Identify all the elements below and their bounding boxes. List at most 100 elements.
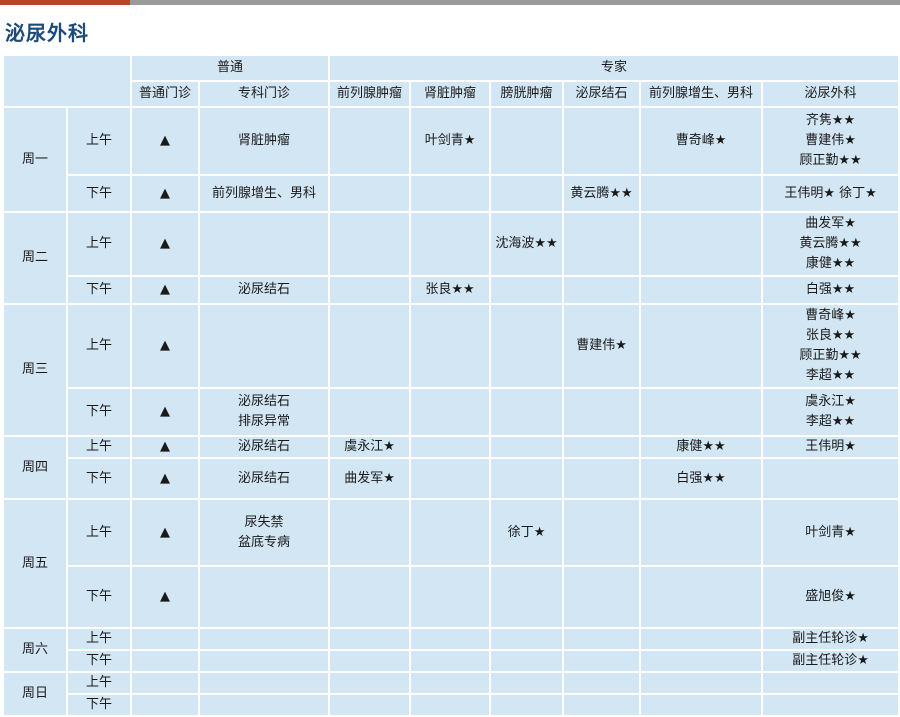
column-header-prostate-tumor: 前列腺肿瘤 <box>328 80 412 108</box>
bph-andrology-cell: 曹奇峰★ <box>639 106 764 176</box>
specialty-label: 泌尿结石 <box>238 439 291 454</box>
specialty-label: 尿失禁 <box>244 514 284 530</box>
bladder-tumor-cell <box>489 387 565 437</box>
doctor-entry: 虞永江★ <box>805 394 856 409</box>
bph-andrology-cell <box>639 627 764 651</box>
urinary-stone-cell <box>562 211 642 277</box>
kidney-tumor-cell <box>409 498 492 567</box>
schedule-row: 周一 上午 ▲ 肾脏肿瘤 叶剑青★ 曹奇峰★ 齐隽★★ 曹建伟★ 顾正勤★★ <box>2 106 900 213</box>
urology-cell: 副主任轮诊★ <box>761 627 900 651</box>
column-header-kidney-tumor: 肾脏肿瘤 <box>409 80 492 108</box>
kidney-tumor-cell <box>409 565 492 629</box>
specialty-label: 泌尿结石 <box>238 470 291 486</box>
schedule-row: 下午 ▲ 泌尿结石 曲发军★ 白强★★ <box>3 457 900 500</box>
doctor-entry: 曹建伟★ <box>576 338 627 353</box>
urology-cell: 虞永江★ 李超★★ <box>761 387 900 437</box>
general-clinic-mark: ▲ <box>130 498 200 567</box>
period-cell: 下午 <box>66 693 132 717</box>
doctor-entry: 虞永江★ <box>344 439 395 454</box>
specialty-clinic-cell: 肾脏肿瘤 <box>197 106 331 176</box>
bph-andrology-cell <box>639 498 764 567</box>
specialty-clinic-cell <box>197 565 331 629</box>
kidney-tumor-cell <box>409 693 492 717</box>
kidney-tumor-cell <box>409 303 492 389</box>
bph-andrology-cell: 康健★★ <box>639 435 764 459</box>
prostate-tumor-cell <box>328 693 412 717</box>
bladder-tumor-cell: 徐丁★ <box>489 498 565 567</box>
prostate-tumor-cell <box>328 627 412 651</box>
specialty-clinic-cell <box>197 693 331 717</box>
urinary-stone-cell <box>562 275 642 305</box>
bph-andrology-cell <box>639 275 764 305</box>
kidney-tumor-cell <box>409 649 492 673</box>
urology-cell: 叶剑青★ <box>761 498 900 567</box>
kidney-tumor-cell <box>409 174 492 213</box>
bladder-tumor-cell <box>489 435 565 459</box>
specialty-label: 泌尿结石 <box>238 282 291 297</box>
specialty-clinic-cell: 泌尿结石 <box>197 435 331 459</box>
general-clinic-mark: ▲ <box>130 275 200 305</box>
bph-andrology-cell <box>639 303 764 389</box>
prostate-tumor-cell <box>328 387 412 437</box>
doctor-entry: 顾正勤★★ <box>799 153 862 168</box>
specialty-label: 泌尿结石 <box>238 394 291 409</box>
doctor-entry: 康健★★ <box>805 256 856 271</box>
bladder-tumor-cell <box>489 671 565 695</box>
urology-cell: 王伟明★ 徐丁★ <box>761 174 900 213</box>
prostate-tumor-cell <box>328 106 412 176</box>
kidney-tumor-cell <box>409 627 492 651</box>
general-clinic-mark: ▲ <box>130 457 200 500</box>
urology-cell: 白强★★ <box>761 275 900 305</box>
urinary-stone-cell <box>562 498 642 567</box>
period-cell: 下午 <box>66 387 132 437</box>
schedule-row: 下午 副主任轮诊★ <box>3 649 900 673</box>
specialty-label: 肾脏肿瘤 <box>238 133 291 148</box>
prostate-tumor-cell <box>328 649 412 673</box>
specialty-clinic-cell: 泌尿结石 排尿异常 <box>197 387 331 437</box>
prostate-tumor-cell <box>328 671 412 695</box>
general-clinic-mark <box>130 693 200 717</box>
schedule-row: 周五 上午 ▲ 尿失禁 盆底专病 徐丁★ 叶剑青★ <box>2 498 900 629</box>
doctor-entry: 沈海波★★ <box>495 236 558 251</box>
urinary-stone-cell: 黄云腾★★ <box>562 174 642 213</box>
bph-andrology-cell <box>639 693 764 717</box>
period-cell: 上午 <box>66 671 132 695</box>
bph-andrology-cell <box>639 174 764 213</box>
header-column-row: 普通门诊 专科门诊 前列腺肿瘤 肾脏肿瘤 膀胱肿瘤 泌尿结石 前列腺增生、男科 … <box>3 80 900 108</box>
bph-andrology-cell <box>639 211 764 277</box>
schedule-row: 下午 <box>3 693 900 717</box>
bph-andrology-cell <box>639 671 764 695</box>
doctor-entry: 李超★★ <box>805 414 856 429</box>
specialty-label: 前列腺增生、男科 <box>212 185 317 201</box>
top-accent-bar <box>0 0 130 5</box>
bladder-tumor-cell <box>489 457 565 500</box>
bladder-tumor-cell <box>489 174 565 213</box>
doctor-entry: 白强★★ <box>676 470 726 486</box>
urology-cell: 盛旭俊★ <box>761 565 900 629</box>
specialty-clinic-cell <box>197 671 331 695</box>
doctor-entry: 黄云腾★★ <box>570 185 633 201</box>
specialty-clinic-cell <box>197 211 331 277</box>
kidney-tumor-cell <box>409 457 492 500</box>
specialty-clinic-cell <box>197 627 331 651</box>
clinic-schedule-table: 普通 专家 普通门诊 专科门诊 前列腺肿瘤 肾脏肿瘤 膀胱肿瘤 泌尿结石 前列腺… <box>2 54 900 717</box>
period-cell: 上午 <box>66 211 132 277</box>
schedule-body: 周一 上午 ▲ 肾脏肿瘤 叶剑青★ 曹奇峰★ 齐隽★★ 曹建伟★ 顾正勤★★ 下午 ▲ 前列腺增生、男… <box>2 106 900 717</box>
top-divider-bar <box>0 0 900 5</box>
specialty-clinic-cell: 泌尿结石 <box>197 457 331 500</box>
day-cell: 周一 <box>2 106 68 213</box>
doctor-entry: 盛旭俊★ <box>805 589 856 604</box>
urinary-stone-cell <box>562 435 642 459</box>
column-header-bladder-tumor: 膀胱肿瘤 <box>489 80 565 108</box>
period-cell: 上午 <box>66 627 132 651</box>
doctor-entry: 顾正勤★★ <box>799 348 862 363</box>
urinary-stone-cell <box>562 565 642 629</box>
urinary-stone-cell <box>562 627 642 651</box>
doctor-entry: 徐丁★ <box>507 524 546 540</box>
urinary-stone-cell <box>562 106 642 176</box>
bladder-tumor-cell <box>489 693 565 717</box>
bladder-tumor-cell <box>489 565 565 629</box>
urinary-stone-cell <box>562 457 642 500</box>
prostate-tumor-cell <box>328 303 412 389</box>
doctor-entry: 齐隽★★ <box>805 113 856 128</box>
